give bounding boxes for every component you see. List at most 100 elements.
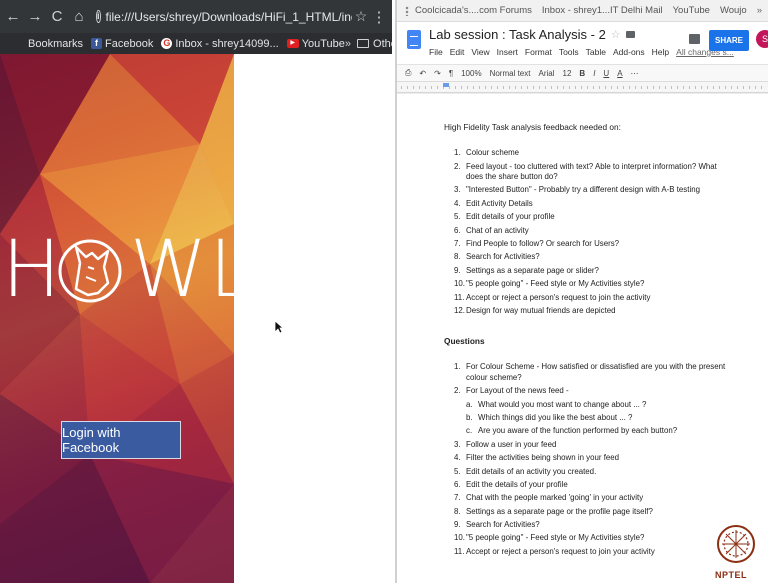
italic-button[interactable]: I bbox=[593, 69, 595, 78]
bookmark-label: Facebook bbox=[105, 37, 154, 50]
sub-list-item: b. Which things did you like the best abo… bbox=[466, 412, 633, 422]
list-item: 11. Accept or reject a person's request t… bbox=[454, 546, 655, 556]
bookmark-woujo[interactable]: Woujo bbox=[720, 5, 747, 16]
list-item: 7. Find People to follow? Or search for U… bbox=[454, 238, 620, 248]
menu-insert[interactable]: Insert bbox=[497, 47, 518, 57]
docs-header: Lab session : Task Analysis - 2 ☆ File E… bbox=[397, 22, 768, 64]
bookmark-youtube[interactable]: ▶ YouTube bbox=[286, 37, 345, 50]
underline-button[interactable]: U bbox=[603, 69, 609, 78]
ruler bbox=[397, 82, 768, 93]
list-item: 1. For Colour Scheme - How satisfied or d… bbox=[454, 362, 726, 382]
menu-help[interactable]: Help bbox=[652, 47, 669, 57]
logo-letters-wl: WL bbox=[130, 225, 234, 315]
more-bookmarks-icon[interactable]: » bbox=[757, 5, 762, 16]
ruler-indent-marker[interactable] bbox=[443, 83, 449, 87]
document-content: High Fidelity Task analysis feedback nee… bbox=[444, 122, 734, 560]
bookmark-inbox[interactable]: G Inbox - shrey14099... bbox=[161, 38, 279, 50]
list-item: 8. Search for Activities? bbox=[454, 252, 540, 262]
list-item: 8. Settings as a separate page or the pro… bbox=[454, 506, 653, 516]
docs-menu-bar: File Edit View Insert Format Tools Table… bbox=[429, 47, 734, 57]
list-item: 1. Colour scheme bbox=[454, 148, 520, 158]
facebook-icon: f bbox=[91, 38, 103, 49]
address-bar[interactable]: i file:///Users/shrey/Downloads/HiFi_1_H… bbox=[96, 10, 352, 24]
wolf-icon bbox=[58, 239, 122, 303]
apps-grid-icon[interactable] bbox=[405, 5, 409, 16]
list-item: 5. Edit details of your profile bbox=[454, 212, 555, 222]
print-icon[interactable]: ⎙ bbox=[405, 68, 411, 78]
info-icon[interactable]: i bbox=[96, 10, 101, 23]
youtube-icon: ▶ bbox=[286, 39, 299, 48]
share-button[interactable]: SHARE bbox=[709, 30, 749, 51]
browser-navbar: ← → C ⌂ i file:///Users/shrey/Downloads/… bbox=[0, 0, 392, 33]
list-item: 3. "Interested Button" - Probably try a d… bbox=[454, 185, 700, 195]
font-size-select[interactable]: 12 bbox=[563, 69, 572, 78]
more-tools-icon[interactable]: ⋯ bbox=[631, 69, 639, 78]
bookmark-iit-mail[interactable]: Inbox - shrey1...IT Delhi Mail bbox=[542, 5, 663, 16]
folder-icon[interactable] bbox=[625, 31, 635, 38]
bookmark-bookmarks[interactable]: Bookmarks bbox=[28, 38, 83, 50]
home-icon[interactable]: ⌂ bbox=[70, 8, 88, 25]
hero-background: H WL Login with Facebook bbox=[0, 54, 234, 583]
star-icon[interactable]: ☆ bbox=[611, 28, 621, 41]
font-select[interactable]: Arial bbox=[538, 69, 554, 78]
address-bar-url: file:///Users/shrey/Downloads/HiFi_1_HTM… bbox=[105, 9, 352, 24]
bookmark-star-icon[interactable]: ☆ bbox=[352, 8, 370, 25]
feedback-heading: High Fidelity Task analysis feedback nee… bbox=[444, 122, 621, 132]
menu-format[interactable]: Format bbox=[525, 47, 552, 57]
bookmark-label: Bookmarks bbox=[28, 37, 84, 50]
bookmark-coolcicada[interactable]: Coolcicada's....com Forums bbox=[415, 5, 532, 16]
docs-bookmarks-bar: Coolcicada's....com Forums Inbox - shrey… bbox=[397, 0, 768, 22]
undo-icon[interactable]: ↶ bbox=[419, 69, 426, 78]
bold-button[interactable]: B bbox=[579, 69, 585, 78]
left-browser-window: ← → C ⌂ i file:///Users/shrey/Downloads/… bbox=[0, 0, 392, 583]
browser-menu-icon[interactable]: ⋮ bbox=[370, 8, 388, 26]
list-item: 9. Settings as a separate page or slider? bbox=[454, 265, 599, 275]
share-label: SHARE bbox=[714, 36, 743, 45]
avatar[interactable]: S bbox=[756, 30, 768, 48]
text-color-button[interactable]: A bbox=[617, 69, 622, 78]
questions-heading: Questions bbox=[444, 336, 485, 347]
nptel-watermark: NPTEL bbox=[711, 520, 761, 580]
bookmark-label: YouTube bbox=[301, 37, 345, 50]
logo-letter-h: H bbox=[2, 225, 63, 315]
ruler-ticks bbox=[401, 86, 764, 89]
login-with-facebook-button[interactable]: Login with Facebook bbox=[61, 421, 181, 459]
bookmark-youtube-right[interactable]: YouTube bbox=[673, 5, 710, 16]
paint-format-icon[interactable]: ¶ bbox=[449, 69, 453, 78]
more-bookmarks-icon[interactable]: » bbox=[345, 38, 351, 50]
menu-file[interactable]: File bbox=[429, 47, 443, 57]
folder-icon bbox=[357, 39, 370, 48]
menu-edit[interactable]: Edit bbox=[450, 47, 465, 57]
menu-addons[interactable]: Add-ons bbox=[613, 47, 645, 57]
redo-icon[interactable]: ↷ bbox=[434, 69, 441, 78]
list-item: 2. Feed layout - too cluttered with text?… bbox=[454, 161, 717, 181]
document-title[interactable]: Lab session : Task Analysis - 2 bbox=[429, 27, 606, 42]
bookmark-facebook[interactable]: f Facebook bbox=[91, 38, 153, 50]
menu-tools[interactable]: Tools bbox=[559, 47, 579, 57]
google-icon: G bbox=[161, 38, 173, 49]
forward-icon[interactable]: → bbox=[26, 8, 44, 25]
feedback-list: 1. Colour scheme 2. Feed layout - too clut… bbox=[444, 148, 734, 316]
list-item: 4. Edit Activity Details bbox=[454, 198, 533, 208]
document-title-row: Lab session : Task Analysis - 2 ☆ bbox=[429, 27, 635, 42]
list-item: 6. Chat of an activity bbox=[454, 225, 529, 235]
howl-page: H WL Login with Facebook bbox=[0, 54, 392, 583]
back-icon[interactable]: ← bbox=[4, 8, 22, 25]
sub-list-item: c. Are you aware of the function performe… bbox=[466, 426, 678, 436]
menu-table[interactable]: Table bbox=[586, 47, 606, 57]
other-bookmarks-label: Other Bookmarks bbox=[373, 37, 392, 50]
other-bookmarks[interactable]: Other Bookmarks bbox=[357, 38, 392, 50]
zoom-select[interactable]: 100% bbox=[461, 69, 481, 78]
style-select[interactable]: Normal text bbox=[490, 69, 531, 78]
comments-icon[interactable] bbox=[689, 34, 700, 44]
menu-view[interactable]: View bbox=[471, 47, 489, 57]
questions-list: 1. For Colour Scheme - How satisfied or d… bbox=[444, 362, 734, 557]
list-item: 10. "5 people going" - Feed style or My A… bbox=[454, 533, 645, 543]
document-page[interactable]: High Fidelity Task analysis feedback nee… bbox=[397, 94, 768, 583]
sub-list-item: a. What would you most want to change abo… bbox=[466, 399, 647, 409]
docs-toolbar: ⎙ ↶ ↷ ¶ 100% Normal text Arial 12 B I U … bbox=[397, 64, 768, 82]
docs-browser-window: Coolcicada's....com Forums Inbox - shrey… bbox=[395, 0, 768, 583]
nptel-text: NPTEL bbox=[715, 570, 748, 580]
docs-logo-icon[interactable] bbox=[407, 30, 421, 49]
reload-icon[interactable]: C bbox=[48, 8, 66, 25]
